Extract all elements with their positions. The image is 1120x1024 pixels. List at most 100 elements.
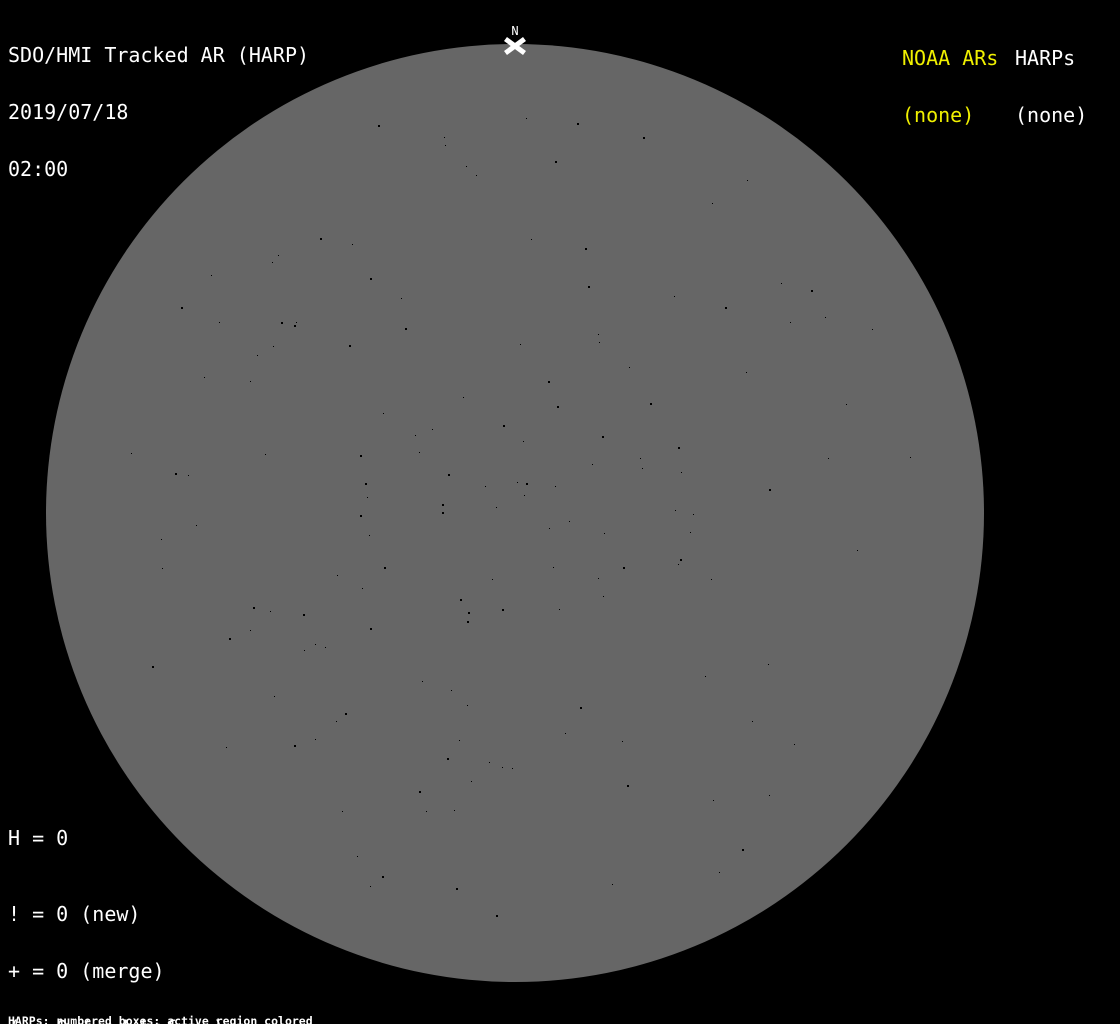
magnetogram-speckle: [553, 567, 554, 568]
magnetogram-speckle: [442, 504, 444, 506]
magnetogram-speckle: [320, 238, 322, 240]
magnetogram-speckle: [226, 747, 227, 748]
magnetogram-speckle: [419, 791, 421, 793]
magnetogram-speckle: [675, 510, 676, 511]
noaa-ars-label: NOAA ARs: [902, 46, 999, 70]
magnetogram-speckle: [520, 344, 521, 345]
magnetogram-speckle: [454, 810, 455, 811]
magnetogram-speckle: [273, 346, 274, 347]
magnetogram-speckle: [188, 475, 189, 476]
magnetogram-speckle: [419, 452, 420, 453]
magnetogram-speckle: [627, 785, 629, 787]
magnetogram-speckle: [161, 539, 162, 540]
magnetogram-speckle: [496, 507, 497, 508]
magnetogram-speckle: [705, 676, 706, 677]
magnetogram-speckle: [612, 884, 613, 885]
magnetogram-speckle: [565, 733, 566, 734]
magnetogram-speckle: [872, 329, 873, 330]
magnetogram-speckle: [711, 579, 712, 580]
magnetogram-speckle: [360, 455, 362, 457]
magnetogram-speckle: [489, 762, 490, 763]
magnetogram-speckle: [642, 468, 643, 469]
magnetogram-speckle: [549, 528, 550, 529]
magnetogram-speckle: [725, 307, 727, 309]
magnetogram-speckle: [463, 397, 464, 398]
magnetogram-speckle: [445, 145, 446, 146]
magnetogram-speckle: [253, 607, 255, 609]
magnetogram-speckle: [790, 322, 791, 323]
magnetogram-speckle: [768, 664, 769, 665]
magnetogram-speckle: [629, 367, 630, 368]
magnetogram-speckle: [152, 666, 154, 668]
caption-block: HARPs: numbered boxes; active region col…: [8, 991, 410, 1024]
magnetogram-speckle: [517, 482, 518, 483]
magnetogram-speckle: [598, 578, 599, 579]
magnetogram-speckle: [270, 611, 271, 612]
magnetogram-speckle: [650, 403, 652, 405]
magnetogram-speckle: [604, 533, 605, 534]
magnetogram-speckle: [378, 125, 380, 127]
magnetogram-speckle: [678, 564, 679, 565]
magnetogram-speckle: [304, 650, 305, 651]
magnetogram-speckle: [365, 483, 367, 485]
magnetogram-speckle: [569, 521, 570, 522]
north-marker-x-icon: [504, 37, 526, 55]
magnetogram-speckle: [357, 856, 358, 857]
magnetogram-speckle: [622, 741, 623, 742]
magnetogram-speckle: [250, 630, 251, 631]
harps-label: HARPs: [1015, 46, 1076, 70]
magnetogram-speckle: [693, 514, 694, 515]
magnetogram-speckle: [555, 486, 556, 487]
magnetogram-speckle: [846, 404, 847, 405]
magnetogram-speckle: [910, 457, 911, 458]
magnetogram-speckle: [781, 283, 782, 284]
harps-value: (none): [1015, 103, 1088, 127]
magnetogram-speckle: [555, 161, 557, 163]
magnetogram-speckle: [769, 795, 770, 796]
magnetogram-speckle: [603, 596, 604, 597]
magnetogram-speckle: [640, 458, 641, 459]
magnetogram-speckle: [643, 137, 645, 139]
harp-tracker-frame: SDO/HMI Tracked AR (HARP) 2019/07/18 02:…: [0, 0, 1120, 1024]
magnetogram-speckle: [448, 474, 450, 476]
magnetogram-speckle: [204, 377, 205, 378]
magnetogram-speckle: [274, 696, 275, 697]
magnetogram-speckle: [265, 454, 266, 455]
north-pole-label: N: [511, 24, 519, 38]
magnetogram-speckle: [384, 567, 386, 569]
magnetogram-speckle: [294, 325, 296, 327]
magnetogram-speckle: [825, 317, 826, 318]
magnetogram-speckle: [598, 334, 599, 335]
frame-date: 2019/07/18: [8, 100, 129, 124]
magnetogram-speckle: [602, 436, 604, 438]
magnetogram-speckle: [181, 307, 183, 309]
magnetogram-speckle: [337, 575, 338, 576]
magnetogram-speckle: [405, 328, 407, 330]
magnetogram-speckle: [678, 447, 680, 449]
magnetogram-speckle: [526, 483, 528, 485]
legend-row-new: ! = 0 (new): [8, 902, 141, 926]
harps-status: HARPs (none): [1015, 11, 1087, 163]
magnetogram-speckle: [451, 690, 452, 691]
magnetogram-speckle: [794, 744, 795, 745]
magnetogram-speckle: [623, 567, 625, 569]
magnetogram-speckle: [585, 248, 587, 250]
magnetogram-speckle: [680, 559, 682, 561]
magnetogram-speckle: [557, 406, 559, 408]
magnetogram-speckle: [681, 472, 682, 473]
magnetogram-speckle: [131, 453, 132, 454]
magnetogram-speckle: [460, 599, 462, 601]
magnetogram-speckle: [752, 721, 753, 722]
magnetogram-speckle: [211, 275, 212, 276]
magnetogram-speckle: [315, 739, 316, 740]
magnetogram-speckle: [466, 166, 467, 167]
magnetogram-speckle: [485, 486, 486, 487]
magnetogram-speckle: [742, 849, 744, 851]
magnetogram-speckle: [442, 512, 444, 514]
magnetogram-speckle: [383, 413, 384, 414]
magnetogram-speckle: [162, 568, 163, 569]
magnetogram-speckle: [370, 628, 372, 630]
magnetogram-speckle: [315, 644, 316, 645]
magnetogram-speckle: [447, 758, 449, 760]
magnetogram-speckle: [496, 915, 498, 917]
